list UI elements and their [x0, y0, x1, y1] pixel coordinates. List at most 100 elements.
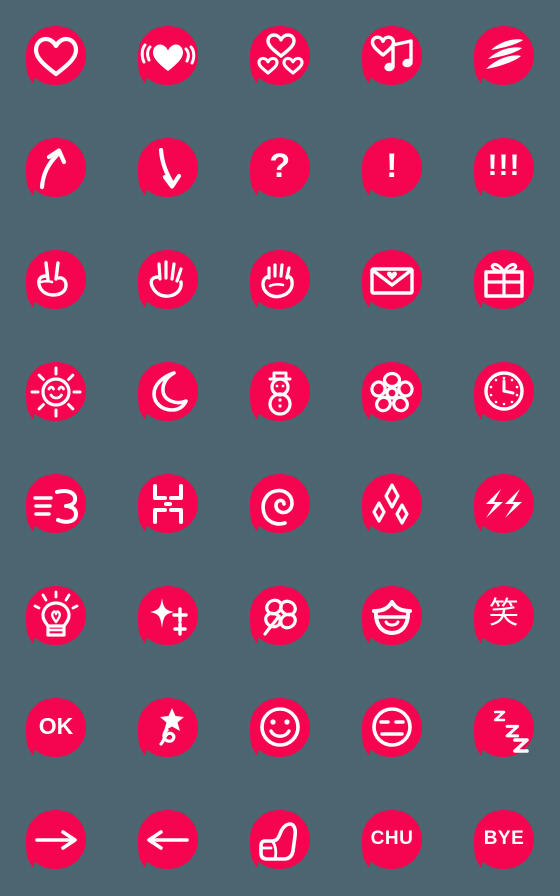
sticker-exclamation-mark[interactable]: ! [360, 136, 424, 200]
star-swirl-icon [159, 708, 184, 746]
sticker-cell[interactable]: ? [224, 112, 336, 224]
sticker-cell[interactable]: Sparkle with plus signs [112, 560, 224, 672]
sticker-question-mark[interactable]: ? [248, 136, 312, 200]
envelope-icon [370, 267, 414, 295]
sticker-happy-eyes-face[interactable]: Face with upturned happy eyes [360, 584, 424, 648]
spiral-icon [261, 488, 294, 526]
smiley-face-icon [260, 707, 300, 747]
sticker-cell[interactable]: ZZZ [448, 672, 560, 784]
sticker-cell[interactable]: Beating heart with motion lines [112, 0, 224, 112]
sticker-lightning-bolts[interactable]: Double lightning bolts [472, 472, 536, 536]
curved-up-arrow-icon [39, 148, 67, 190]
sticker-right-arrow[interactable]: Arrow pointing right [24, 808, 88, 872]
sticker-cell[interactable]: Swoosh speed lines [448, 0, 560, 112]
smiling-sun-icon [30, 366, 82, 418]
waving-hand-icon [149, 260, 183, 298]
sticker-heart-music-notes[interactable]: Heart with music notes [360, 24, 424, 88]
sticker-four-leaf-clover[interactable]: Four leaf clover [248, 584, 312, 648]
light-bulb-icon [33, 590, 79, 637]
sticker-three-hearts[interactable]: Three hearts [248, 24, 312, 88]
huffing-face-icon [33, 489, 78, 524]
sticker-sparkle-diamonds[interactable]: Three sparkle diamonds [360, 472, 424, 536]
sticker-cell[interactable]: Heart with music notes [336, 0, 448, 112]
sticker-cell[interactable]: Four leaf clover [224, 560, 336, 672]
sticker-spiral[interactable]: Spiral swirl [248, 472, 312, 536]
sticker-cell[interactable]: Wrapped gift box [448, 224, 560, 336]
triple-exclamation-icon: !!! [487, 149, 521, 182]
sticker-cell[interactable]: Smiling sun [0, 336, 112, 448]
sticker-cell[interactable]: 笑 [448, 560, 560, 672]
sticker-cell[interactable]: Curved arrow pointing down [112, 112, 224, 224]
sticker-star-swirl[interactable]: Star with dizzy swirl [136, 696, 200, 760]
sticker-zzz-sleeping[interactable]: ZZZ [472, 696, 536, 760]
crescent-moon-icon [152, 371, 188, 412]
sticker-crescent-moon[interactable]: Crescent moon [136, 360, 200, 424]
sticker-thumbs-up[interactable]: Thumbs up hand [248, 808, 312, 872]
sticker-cell[interactable]: Neutral straight-mouth face [336, 672, 448, 784]
sticker-beating-heart[interactable]: Beating heart with motion lines [136, 24, 200, 88]
sticker-cell[interactable]: Star with dizzy swirl [112, 672, 224, 784]
sticker-gift-box[interactable]: Wrapped gift box [472, 248, 536, 312]
sticker-chu-text[interactable]: CHU [360, 808, 424, 872]
sticker-cell[interactable]: Spiral swirl [224, 448, 336, 560]
sticker-cell[interactable]: BYE [448, 784, 560, 896]
sticker-cell[interactable]: Curved arrow pointing up [0, 112, 112, 224]
sticker-huffing-face[interactable]: Huffing face =3 [24, 472, 88, 536]
sticker-curved-down-arrow[interactable]: Curved arrow pointing down [136, 136, 200, 200]
sticker-anger-vein[interactable]: Anger vein mark [136, 472, 200, 536]
question-mark-icon: ? [269, 147, 291, 185]
sticker-outline-heart[interactable]: Heart outline [24, 24, 88, 88]
peace-sign-hand-icon [37, 261, 68, 297]
sticker-clock[interactable]: Clock face [472, 360, 536, 424]
sticker-cell[interactable]: Crescent moon [112, 336, 224, 448]
sticker-speed-swoosh[interactable]: Swoosh speed lines [472, 24, 536, 88]
sticker-cell[interactable]: Face with upturned happy eyes [336, 560, 448, 672]
sticker-cell[interactable]: Heart outline [0, 0, 112, 112]
lightning-bolts-icon [486, 489, 522, 518]
sticker-cell[interactable]: Thumbs up hand [224, 784, 336, 896]
kanji-warai-icon: 笑 [488, 596, 520, 631]
sticker-bye-text[interactable]: BYE [472, 808, 536, 872]
sticker-snowman[interactable]: Snowman [248, 360, 312, 424]
beating-heart-icon [140, 43, 196, 71]
sticker-peace-sign-hand[interactable]: Peace sign hand [24, 248, 88, 312]
sticker-kanji-warai[interactable]: 笑 [472, 584, 536, 648]
sticker-curved-up-arrow[interactable]: Curved arrow pointing up [24, 136, 88, 200]
sticker-cell[interactable]: Five petal flower [336, 336, 448, 448]
sticker-neutral-face[interactable]: Neutral straight-mouth face [360, 696, 424, 760]
sticker-cell[interactable]: Open waving hand [112, 224, 224, 336]
sticker-cell[interactable]: Three hearts [224, 0, 336, 112]
sticker-cell[interactable]: Smiling face [224, 672, 336, 784]
sticker-cell[interactable]: Three sparkle diamonds [336, 448, 448, 560]
sticker-cell[interactable]: Snowman [224, 336, 336, 448]
sticker-cell[interactable]: Arrow pointing left [112, 784, 224, 896]
sticker-triple-exclamation[interactable]: !!! [472, 136, 536, 200]
sticker-cell[interactable]: CHU [336, 784, 448, 896]
sticker-cell[interactable]: Anger vein mark [112, 448, 224, 560]
sparkle-diamonds-icon [372, 483, 409, 525]
sticker-cell[interactable]: Double lightning bolts [448, 448, 560, 560]
sticker-cell[interactable]: OK [0, 672, 112, 784]
sticker-left-arrow[interactable]: Arrow pointing left [136, 808, 200, 872]
sticker-cell[interactable]: Huffing face =3 [0, 448, 112, 560]
sticker-waving-hand[interactable]: Open waving hand [136, 248, 200, 312]
sticker-smiley-face[interactable]: Smiling face [248, 696, 312, 760]
left-arrow-icon [147, 830, 189, 850]
zzz-icon [493, 710, 529, 753]
sticker-cell[interactable]: ! [336, 112, 448, 224]
sticker-smiling-sun[interactable]: Smiling sun [24, 360, 88, 424]
sticker-flower[interactable]: Five petal flower [360, 360, 424, 424]
sticker-sparkle-plus[interactable]: Sparkle with plus signs [136, 584, 200, 648]
sticker-ok-text[interactable]: OK [24, 696, 88, 760]
sticker-light-bulb[interactable]: Bright idea light bulb [24, 584, 88, 648]
sticker-cell[interactable]: !!! [448, 112, 560, 224]
sticker-cell[interactable]: Envelope with heart [336, 224, 448, 336]
sticker-cell[interactable]: Peace sign hand [0, 224, 112, 336]
sticker-cell[interactable]: Bright idea light bulb [0, 560, 112, 672]
fist-hand-icon [261, 263, 294, 299]
sticker-cell[interactable]: Arrow pointing right [0, 784, 112, 896]
sticker-fist-hand[interactable]: Closed fist [248, 248, 312, 312]
sticker-cell[interactable]: Closed fist [224, 224, 336, 336]
sticker-love-letter-envelope[interactable]: Envelope with heart [360, 248, 424, 312]
sticker-cell[interactable]: Clock face [448, 336, 560, 448]
